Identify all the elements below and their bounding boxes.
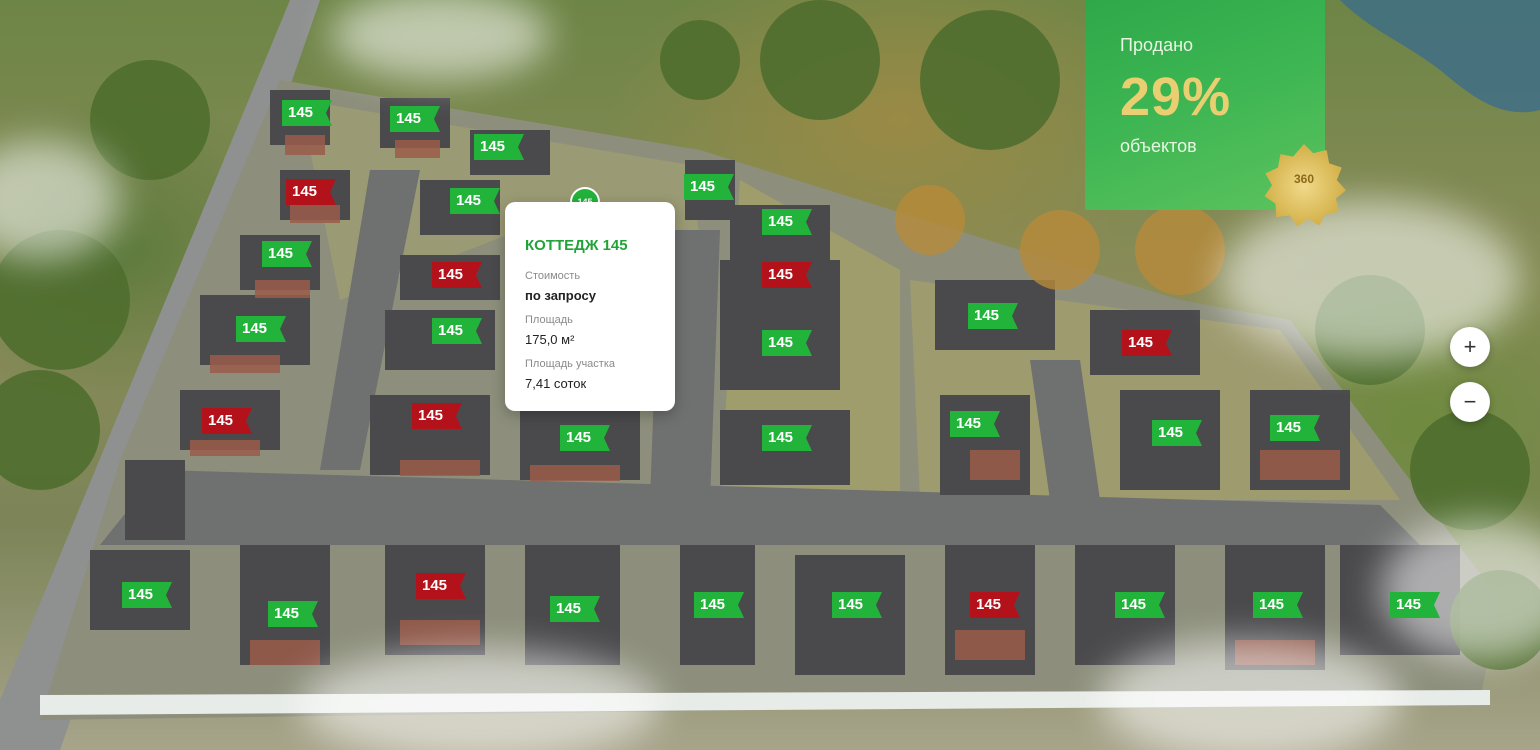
plot-marker-available[interactable]: 145: [762, 330, 812, 356]
plot-marker-sold[interactable]: 145: [286, 179, 336, 205]
plot-marker-available[interactable]: 145: [390, 106, 440, 132]
plot-marker-available[interactable]: 145: [450, 188, 500, 214]
sold-subtitle: объектов: [1120, 136, 1197, 156]
zoom-out-button[interactable]: −: [1450, 382, 1490, 422]
plot-marker-available[interactable]: 145: [550, 596, 600, 622]
plot-marker-available[interactable]: 145: [832, 592, 882, 618]
price-label: Стоимость: [525, 270, 581, 282]
plot-marker-available[interactable]: 145: [1115, 592, 1165, 618]
plot-marker-available[interactable]: 145: [474, 134, 524, 160]
sold-percent: 29%: [1120, 67, 1232, 127]
zoom-in-button[interactable]: +: [1450, 327, 1490, 367]
sold-title: Продано: [1120, 35, 1194, 55]
tour-360-label: 360: [1293, 172, 1315, 186]
plot-marker-sold[interactable]: 145: [412, 403, 462, 429]
plot-marker-available[interactable]: 145: [968, 303, 1018, 329]
area-value: 175,0 м²: [525, 332, 575, 347]
plot-marker-sold[interactable]: 145: [416, 573, 466, 599]
plot-marker-available[interactable]: 145: [262, 241, 312, 267]
plot-marker-sold[interactable]: 145: [970, 592, 1020, 618]
plot-marker-available[interactable]: 145: [282, 100, 332, 126]
plot-marker-available[interactable]: 145: [268, 601, 318, 627]
plot-marker-sold[interactable]: 145: [202, 408, 252, 434]
plot-marker-sold[interactable]: 145: [432, 262, 482, 288]
plot-marker-available[interactable]: 145: [432, 318, 482, 344]
plot-marker-available[interactable]: 145: [122, 582, 172, 608]
plot-marker-available[interactable]: 145: [684, 174, 734, 200]
area-label: Площадь: [525, 314, 573, 326]
tooltip-title: КОТТЕДЖ 145: [525, 237, 628, 254]
plot-marker-available[interactable]: 145: [1270, 415, 1320, 441]
price-value: по запросу: [525, 288, 596, 303]
plot-marker-sold[interactable]: 145: [1122, 330, 1172, 356]
plot-marker-available[interactable]: 145: [694, 592, 744, 618]
plot-marker-available[interactable]: 145: [1253, 592, 1303, 618]
plot-marker-available[interactable]: 145: [762, 209, 812, 235]
plot-marker-available[interactable]: 145: [762, 425, 812, 451]
plot-marker-available[interactable]: 145: [560, 425, 610, 451]
plot-tooltip: КОТТЕДЖ 145 Стоимость по запросу Площадь…: [505, 202, 675, 411]
plot-marker-available[interactable]: 145: [1152, 420, 1202, 446]
plot-marker-available[interactable]: 145: [1390, 592, 1440, 618]
plot-marker-available[interactable]: 145: [950, 411, 1000, 437]
plot-area-label: Площадь участка: [525, 358, 615, 370]
plot-marker-available[interactable]: 145: [236, 316, 286, 342]
plot-marker-sold[interactable]: 145: [762, 262, 812, 288]
plot-area-value: 7,41 соток: [525, 376, 587, 391]
